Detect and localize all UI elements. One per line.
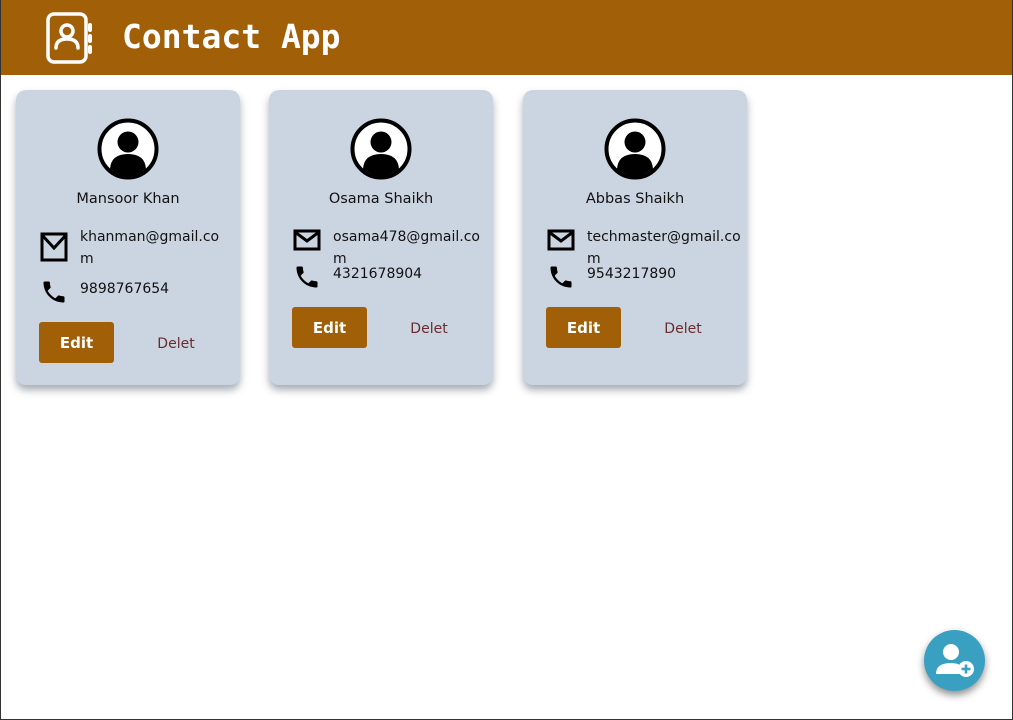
add-contact-button[interactable] (924, 630, 985, 691)
delete-button[interactable]: Delet (645, 314, 721, 344)
app-window: Contact App Mansoor Khan khanman@gmail.c… (0, 0, 1013, 720)
contact-name: Mansoor Khan (76, 191, 180, 207)
edit-button[interactable]: Edit (546, 307, 621, 348)
contact-phone: 9898767654 (80, 281, 170, 297)
avatar-icon (97, 118, 159, 180)
delete-button[interactable]: Delet (391, 314, 467, 344)
mail-icon (293, 229, 321, 251)
contact-card: Mansoor Khan khanman@gmail.com 989876765… (16, 90, 240, 385)
edit-button[interactable]: Edit (39, 322, 114, 363)
contact-name: Osama Shaikh (328, 191, 434, 207)
contact-name: Abbas Shaikh (585, 191, 685, 207)
phone-icon (43, 281, 65, 303)
add-user-icon (936, 644, 974, 677)
contact-card: Osama Shaikh osama478@gmail.com 43216789… (269, 90, 493, 385)
contact-book-icon (46, 12, 92, 64)
app-title: Contact App (122, 17, 341, 56)
contact-card: Abbas Shaikh techmaster@gmail.com 954321… (523, 90, 747, 385)
edit-button[interactable]: Edit (292, 307, 367, 348)
mail-icon (547, 229, 575, 251)
contact-phone: 9543217890 (587, 266, 677, 282)
avatar-icon (604, 118, 666, 180)
avatar-icon (350, 118, 412, 180)
app-header: Contact App (1, 0, 1012, 75)
contact-phone: 4321678904 (333, 266, 423, 282)
delete-button[interactable]: Delet (138, 329, 214, 359)
phone-icon (296, 266, 318, 288)
phone-icon (550, 266, 572, 288)
mail-icon (40, 232, 68, 262)
contact-email: khanman@gmail.com (80, 229, 220, 267)
